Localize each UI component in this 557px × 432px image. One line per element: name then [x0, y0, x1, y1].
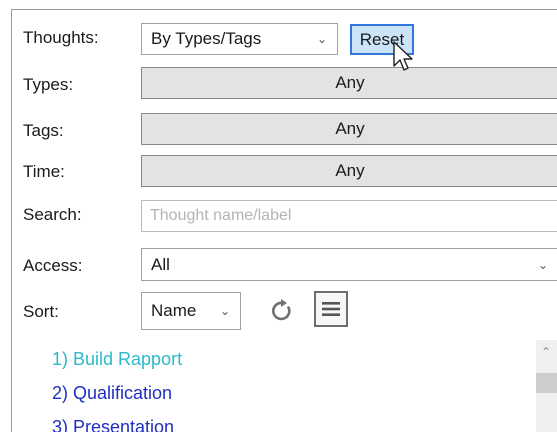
- sort-label: Sort:: [23, 302, 59, 321]
- list-view-button[interactable]: [314, 291, 348, 327]
- search-label: Search:: [23, 205, 82, 224]
- thoughts-select[interactable]: By Types/Tags ⌄: [141, 23, 338, 55]
- thoughts-select-value: By Types/Tags: [151, 29, 262, 48]
- list-item[interactable]: 3) Presentation: [52, 417, 174, 432]
- chevron-down-icon: ⌄: [219, 304, 230, 318]
- filter-panel: Thoughts: By Types/Tags ⌄ Reset Types: A…: [11, 9, 557, 432]
- types-selector[interactable]: Any: [141, 67, 557, 99]
- tags-label: Tags:: [23, 121, 64, 140]
- access-label: Access:: [23, 256, 83, 275]
- list-item-label: 1) Build Rapport: [52, 349, 183, 369]
- thoughts-label: Thoughts:: [23, 28, 99, 47]
- time-label: Time:: [23, 162, 65, 181]
- search-input[interactable]: Thought name/label: [141, 200, 557, 232]
- mouse-cursor-icon: [393, 41, 413, 71]
- refresh-button[interactable]: [267, 294, 297, 328]
- access-select[interactable]: All ⌄: [141, 248, 557, 281]
- list-item[interactable]: 1) Build Rapport: [52, 349, 182, 370]
- list-view-icon: [322, 302, 340, 316]
- types-label: Types:: [23, 75, 74, 94]
- access-select-value: All: [151, 254, 170, 274]
- search-placeholder: Thought name/label: [150, 207, 292, 224]
- refresh-icon: [272, 299, 291, 321]
- tags-selector[interactable]: Any: [141, 113, 557, 145]
- time-selector[interactable]: Any: [141, 155, 557, 187]
- sort-select-value: Name: [151, 301, 197, 320]
- chevron-down-icon: ⌄: [537, 257, 548, 272]
- list-item-label: 2) Qualification: [52, 383, 173, 403]
- sort-select[interactable]: Name ⌄: [141, 292, 241, 330]
- list-item-label: 3) Presentation: [52, 417, 175, 432]
- scrollbar-thumb[interactable]: [536, 373, 557, 393]
- scroll-up-icon[interactable]: ⌃: [541, 345, 551, 359]
- list-scrollbar[interactable]: ⌃: [536, 340, 557, 432]
- chevron-down-icon: ⌄: [316, 32, 327, 46]
- list-item[interactable]: 2) Qualification: [52, 383, 172, 404]
